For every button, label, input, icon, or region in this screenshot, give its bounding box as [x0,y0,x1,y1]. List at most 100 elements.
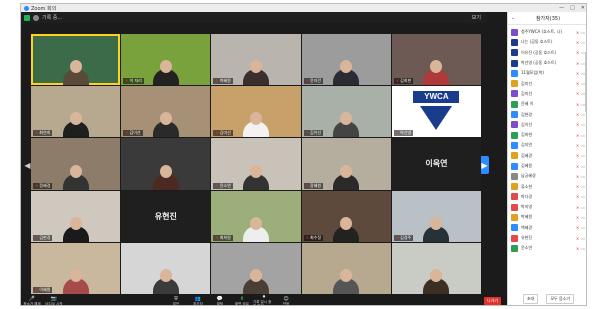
participant-head [340,112,353,126]
video-tile[interactable]: ✕이혜원 [31,242,121,294]
participant-name: 윤소연 [521,245,533,251]
video-tile[interactable] [301,242,391,294]
minimize-icon[interactable]: — [559,4,564,12]
participant-list-scrollbar[interactable] [585,52,586,112]
start-video-button[interactable]: 📷 비디오 시작 [43,296,65,306]
unmute-button[interactable]: 🎤 음소거 해제 [21,296,43,306]
mic-muted-icon: ✕ [575,142,580,148]
maximize-icon[interactable]: □ [570,4,575,12]
next-page-icon[interactable]: ▶ [480,156,489,174]
participant-row[interactable]: 남궁혜경 ✕ ▭ [508,171,586,181]
mic-muted-icon: ✕ [215,78,219,84]
camera-icon: ▭ [581,132,585,138]
participant-head [69,60,82,74]
video-tile[interactable] [211,242,301,294]
close-icon[interactable]: ✕ [581,4,585,12]
video-tile[interactable]: ✕장혜원 [301,138,391,190]
video-tile[interactable]: ✕김현경 [31,190,121,242]
video-tile[interactable]: ✕윤소연 [211,138,301,190]
video-tile[interactable] [121,138,211,190]
chat-button[interactable]: 💬 채팅 [209,296,231,306]
participant-row[interactable]: 박혜원 ✕ ▭ [508,212,586,222]
video-tile[interactable]: YWCA ✕박선영 [391,86,481,138]
invite-button[interactable]: 초대 [522,294,539,304]
participant-name: 박지영 [521,204,533,210]
video-tile[interactable]: ✕김이선 [301,86,391,138]
encryption-shield-icon[interactable] [24,14,30,21]
unmute-label: 음소거 해제 [23,301,41,306]
avatar [511,90,518,98]
participant-row[interactable]: 김희현 ✕ ▭ [508,130,586,140]
mic-muted-icon: ✕ [575,60,580,66]
record-label: 기록 일시 중지/중지 [253,299,272,306]
reactions-button[interactable]: ☺ 반응 [275,296,297,306]
participant-status-icons: ✕ ▭ [576,40,585,45]
participant-row[interactable]: 11월모임(박) ✕ ▭ [508,68,586,78]
participant-row[interactable]: 청주YWCA (호스트, 나) ✕ ▭ [508,27,586,37]
video-tile[interactable]: ✕김미선 [211,86,301,138]
chevron-down-icon[interactable]: ⌄ [511,15,515,21]
participant-status-icons: ✕ ▭ [576,164,585,169]
video-tile[interactable]: ✕정혜경 [31,138,121,190]
security-button[interactable]: ⛨ 보안 [165,296,187,306]
video-tile[interactable]: ✕최희원 [211,190,301,242]
participant-row[interactable]: 김미선 ✕ ▭ [508,78,586,88]
mic-muted-icon: ✕ [575,50,580,56]
participants-button[interactable]: 👥 참가자 [187,296,209,306]
mic-muted-icon: ✕ [215,130,219,136]
video-tile[interactable]: ✕박혜원 [211,34,301,86]
video-tile[interactable]: ✕김희현 [391,34,481,86]
tile-name-text: 김경주 [400,234,412,240]
participant-row[interactable]: 나는 (공동 호스트) ✕ ▭ [508,37,586,47]
participant-head [69,164,82,178]
video-tile[interactable]: ✕최연희 [31,86,121,138]
mute-all-button[interactable]: 모두 음소거 [546,294,575,304]
participant-head [69,112,82,126]
participant-row[interactable]: 박지영 ✕ ▭ [508,202,586,212]
video-tile[interactable]: ✕김이선 [121,86,211,138]
avatar [511,49,518,57]
participant-head [340,60,353,74]
participant-row[interactable]: 김이선 ✕ ▭ [508,120,586,130]
participant-head [159,269,172,282]
participant-row[interactable]: 백혜경 ✕ ▭ [508,223,586,233]
video-tile[interactable] [391,242,481,294]
participant-row[interactable]: 김혜경 ✕ ▭ [508,151,586,161]
avatar [511,100,518,108]
participant-row[interactable]: 김현경 ✕ ▭ [508,109,586,119]
video-tile[interactable] [31,34,121,86]
participant-row[interactable]: 박선영 (공동 호스트) ✕ ▭ [508,58,586,68]
participant-row[interactable]: 윤혜 이 ✕ ▭ [508,99,586,109]
mic-muted-icon: ✕ [575,204,580,210]
record-button[interactable]: ⏺ 기록 일시 중지/중지 [253,294,275,306]
participant-row[interactable]: 김혜원 ✕ ▭ [508,161,586,171]
share-screen-button[interactable]: ⬆ 화면 공유 [231,296,253,306]
participant-name: 류소현 [521,183,533,189]
video-tile[interactable]: ✕이 지리 [121,34,211,86]
participant-list: 청주YWCA (호스트, 나) ✕ ▭ 나는 (공동 호스트) ✕ ▭ 이유진 (공동 호스… [508,25,586,254]
video-tile[interactable]: ✕김경주 [391,190,481,242]
participants-panel: ⌄ 참가자(35) 청주YWCA (호스트, 나) ✕ ▭ 나는 (공동 호스트) ✕ ▭… [507,12,586,305]
avatar [511,28,518,36]
tile-name-text: 윤지란 [309,78,321,84]
participant-row[interactable]: 윤소연 ✕ ▭ [508,243,586,253]
view-button[interactable]: 보기 [472,14,481,21]
video-tile[interactable]: ✕윤지란 [301,34,391,86]
video-tile[interactable]: 유현진 [121,190,211,242]
participant-row[interactable]: 박다경 ✕ ▭ [508,192,586,202]
participant-row[interactable]: 유현진 ✕ ▭ [508,233,586,243]
leave-meeting-button[interactable]: 나가기 [483,297,501,305]
video-tile[interactable]: ✕최수정 [301,190,391,242]
participant-name: 유현진 [521,235,533,241]
participant-row[interactable]: 김미선 ✕ ▭ [508,89,586,99]
meeting-info-icon[interactable] [33,14,39,21]
participant-row[interactable]: 류소현 ✕ ▭ [508,181,586,191]
participants-title: 참가자(35) [535,15,561,22]
participant-row[interactable]: 김지연 ✕ ▭ [508,140,586,150]
participant-row[interactable]: 이유진 (공동 호스트) ✕ ▭ [508,48,586,58]
tile-name-text: 김희현 [400,78,412,84]
tile-name-text: 박선영 [400,130,412,136]
video-tile[interactable]: 이옥연 [391,138,481,190]
video-tile[interactable] [121,242,211,294]
tile-name-label: ✕김희현 [393,78,414,85]
